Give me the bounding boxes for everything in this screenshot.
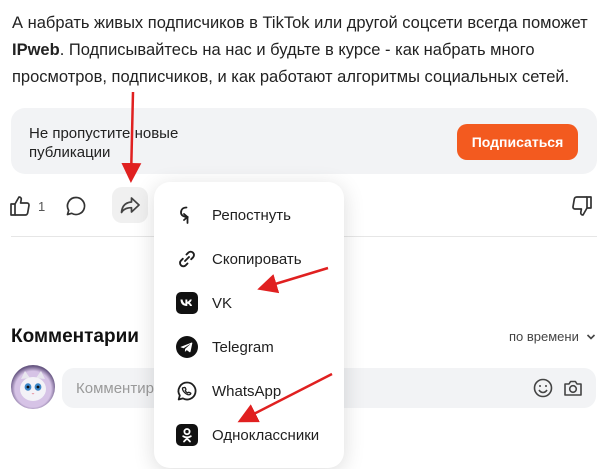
share-menu-label: Одноклассники — [212, 426, 320, 444]
odnoklassniki-icon — [176, 424, 198, 446]
subscribe-button[interactable]: Подписаться — [457, 124, 578, 160]
share-menu-label: Скопировать — [212, 250, 302, 268]
share-menu-item-telegram[interactable]: Telegram — [154, 325, 344, 369]
emoji-icon[interactable] — [532, 377, 554, 399]
sort-dropdown[interactable]: по времени — [509, 329, 596, 344]
dislike-icon — [572, 196, 592, 216]
share-menu-item-odnoklassniki[interactable]: Одноклассники — [154, 413, 344, 457]
comment-button[interactable] — [62, 192, 90, 220]
whatsapp-icon — [176, 380, 198, 402]
share-menu-item-vk[interactable]: VK — [154, 281, 344, 325]
share-button[interactable] — [112, 187, 148, 223]
cat-avatar-icon — [20, 371, 46, 401]
article-text-after: . Подписывайтесь на нас и будьте в курсе… — [12, 41, 570, 86]
avatar — [11, 365, 55, 409]
link-icon — [176, 248, 198, 270]
dislike-button[interactable] — [568, 192, 596, 220]
share-menu-item-whatsapp[interactable]: WhatsApp — [154, 369, 344, 413]
subscribe-banner: Не пропустите новые публикации Подписать… — [11, 108, 597, 174]
vk-icon — [176, 292, 198, 314]
like-icon — [10, 196, 30, 216]
chevron-down-icon — [586, 333, 595, 340]
article-text-before: А набрать живых подписчиков в TikTok или… — [12, 14, 588, 32]
subscribe-text: Не пропустите новые публикации — [29, 125, 179, 161]
article-text: А набрать живых подписчиков в TikTok или… — [12, 10, 597, 91]
telegram-icon — [176, 336, 198, 358]
camera-icon[interactable] — [562, 377, 584, 399]
like-count: 1 — [38, 198, 46, 214]
like-button[interactable]: 1 — [8, 192, 45, 220]
share-menu-label: WhatsApp — [212, 382, 282, 400]
share-menu-label: Репостнуть — [212, 206, 291, 224]
share-menu-label: Telegram — [212, 338, 274, 356]
sort-label: по времени — [509, 329, 579, 344]
repost-icon — [176, 204, 198, 226]
share-menu-label: VK — [212, 294, 233, 312]
share-icon — [120, 197, 140, 214]
share-menu: Репостнуть Скопировать VK Telegram Whats… — [154, 182, 344, 468]
share-menu-item-repost[interactable]: Репостнуть — [154, 193, 344, 237]
brand-name[interactable]: IPweb — [12, 41, 60, 59]
comment-icon — [66, 196, 86, 216]
share-menu-item-copy[interactable]: Скопировать — [154, 237, 344, 281]
comments-title: Комментарии — [11, 326, 139, 347]
